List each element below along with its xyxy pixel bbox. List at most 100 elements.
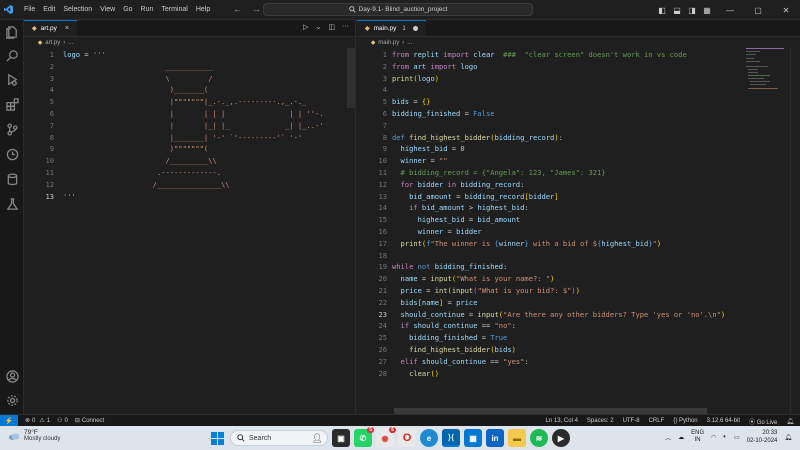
go-live-button[interactable]: ⦿ Go Live [749,417,777,426]
code-line: # bidding_record = {"Angela": 123, "Jame… [400,168,606,177]
menu-file[interactable]: File [20,6,39,13]
python-file-icon: ◆ [32,26,37,32]
split-editor-icon[interactable]: ◫ [328,23,335,31]
encoding[interactable]: UTF-8 [623,418,640,424]
line-number: 28 [378,368,387,378]
toggle-secondary-sidebar-icon[interactable]: ◨ [686,4,698,16]
line-number: 18 [378,250,387,260]
clock[interactable]: 20:33 02-10-2024 [747,429,778,445]
minimize-icon[interactable]: — [716,6,744,15]
spotify-icon[interactable]: ≋ [530,429,548,447]
minimap[interactable] [746,48,786,94]
code-line: price = int(input("What is your bid?: $"… [400,286,580,295]
command-center-search[interactable]: Day-9.1- Blind_auction_project [263,3,533,16]
connect-button[interactable]: ⊟ Connect [74,417,104,425]
taskbar-search[interactable]: Search 👤︎ [230,430,328,446]
line-number: 24 [378,321,387,331]
edge-icon[interactable]: e [420,429,438,447]
language-mode[interactable]: {} Python [673,418,697,424]
menu-selection[interactable]: Selection [59,6,96,13]
tab-art-py[interactable]: ◆ art.py × [24,20,77,36]
menu-go[interactable]: Go [119,6,136,13]
menu-help[interactable]: Help [192,6,214,13]
menu-bar: File Edit Selection View Go Run Terminal… [20,6,214,13]
database-icon[interactable] [4,171,20,187]
timeline-icon[interactable] [4,146,20,162]
notifications-bell-icon[interactable]: 🔔︎ [786,418,794,425]
close-tab-icon[interactable]: × [65,25,69,32]
breadcrumb-file[interactable]: main.py [378,40,399,46]
breadcrumb: ◆ main.py › ... [357,37,800,48]
vscode-taskbar-icon[interactable]: ⟩⟨ [442,429,460,447]
whatsapp-icon[interactable]: ✆ 5 [354,427,374,447]
linkedin-icon[interactable]: in [486,429,504,447]
indentation[interactable]: Spaces: 2 [587,418,614,424]
weather-widget[interactable]: 79°F Mostly cloudy [8,429,60,443]
wifi-icon[interactable]: ◠ [711,434,716,441]
extensions-icon[interactable] [4,96,20,112]
ports-indicator[interactable]: ⚇ 0 [57,417,68,425]
vertical-scrollbar[interactable] [790,48,800,414]
notification-center-icon[interactable]: 🔔︎ [784,434,792,441]
volume-icon[interactable]: 🔈︎ [723,434,727,441]
account-icon[interactable] [4,368,20,384]
microsoft-store-icon[interactable]: ▦ [464,429,482,447]
explorer-icon[interactable] [4,24,20,40]
tab-main-py[interactable]: ◆ main.py 1 [357,20,426,36]
search-icon[interactable] [4,47,20,63]
code-line: winner = "" [400,156,448,166]
breadcrumb-more[interactable]: ... [407,40,412,46]
problems-indicator[interactable]: ⊗ 0 ⚠ 1 [25,417,50,425]
run-python-file-icon[interactable]: ▷ [303,23,308,31]
file-explorer-icon[interactable]: ▬ [508,429,526,447]
code-line: print(f"The winner is {winner} with a bi… [400,238,662,248]
unsaved-dot-icon[interactable] [412,26,418,31]
maximize-icon[interactable]: ▢ [744,6,772,15]
line-number: 5 [382,97,387,107]
windows-start-icon[interactable] [208,429,226,447]
language-indicator[interactable]: ENG IN [691,430,704,444]
weather-temperature: 79°F [24,429,38,436]
cursor-position[interactable]: Ln 13, Col 4 [546,418,578,424]
settings-gear-icon[interactable] [4,392,20,408]
more-actions-icon[interactable]: ··· [342,23,349,31]
python-interpreter[interactable]: 3.12.6 64-bit [707,418,740,424]
forward-arrow-icon[interactable]: → [252,4,261,14]
breadcrumb-file[interactable]: art.py [45,40,60,46]
toggle-primary-sidebar-icon[interactable]: ◧ [656,4,668,16]
database-icon: ⊟ [74,418,80,424]
source-control-icon[interactable] [4,121,20,137]
media-player-icon[interactable]: ▶ [552,429,570,447]
menu-terminal[interactable]: Terminal [157,6,191,13]
code-line: elif should_continue == "yes": [400,356,529,366]
cloud-sync-icon[interactable]: ☁ [678,434,684,441]
toggle-panel-icon[interactable]: ⬓ [671,4,683,16]
task-view-icon[interactable]: ▣ [332,429,350,447]
battery-icon[interactable]: ▭ [734,434,740,441]
menu-view[interactable]: View [96,6,119,13]
code-editor-art[interactable]: 1 logo = ''' 2 ___________ 3 \ / 4 )_______(… [24,48,355,414]
close-window-icon[interactable]: ✕ [772,6,800,15]
back-arrow-icon[interactable]: ← [233,4,242,14]
code-line: .-------------. [63,168,222,177]
menu-edit[interactable]: Edit [39,6,59,13]
testing-icon[interactable] [4,196,20,212]
line-number: 5 [49,97,54,107]
line-number: 22 [378,297,387,307]
run-debug-icon[interactable] [4,71,20,87]
code-line: for bidder in bidding_record: [400,179,525,189]
run-dropdown-icon[interactable]: ⌄ [316,23,322,31]
breadcrumb-more[interactable]: ... [68,40,73,46]
chrome-icon[interactable]: ◉ 6 [376,427,396,447]
show-hidden-icons-icon[interactable]: ︿ [665,433,671,442]
code-line: )_______( [63,85,209,95]
vertical-scrollbar[interactable] [347,48,355,108]
opera-icon[interactable]: O [398,429,416,447]
menu-run[interactable]: Run [137,6,158,13]
code-editor-main[interactable]: 1 from replit import clear ### "clear scr… [357,48,800,414]
code-line: should_continue = input("Are there any o… [400,309,726,319]
code-line: winner = bidder [417,227,482,236]
end-of-line[interactable]: CRLF [649,418,665,424]
customize-layout-icon[interactable]: ▦ [701,4,713,16]
remote-indicator-icon[interactable]: ⚡ [0,414,18,427]
